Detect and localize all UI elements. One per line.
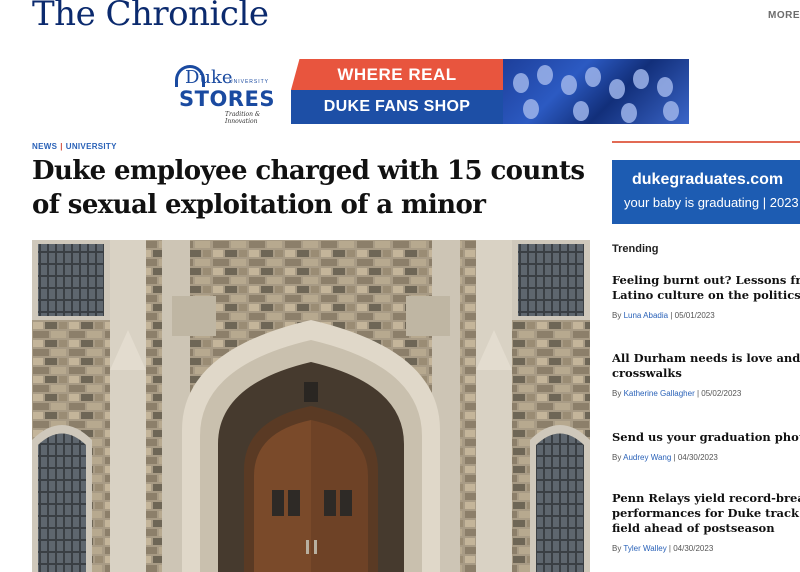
headline-line-1: Duke employee charged with 15 counts bbox=[32, 156, 585, 186]
ad-fans-photo bbox=[503, 59, 689, 124]
author-link[interactable]: Audrey Wang bbox=[623, 453, 671, 462]
more-menu-button[interactable]: MORE bbox=[768, 10, 800, 21]
article-hero-image bbox=[32, 240, 590, 572]
ad-line-2: DUKE FANS SHOP bbox=[291, 90, 503, 124]
ad-text-panel: WHERE REAL DUKE FANS SHOP bbox=[291, 59, 503, 124]
meta-separator: | bbox=[670, 311, 673, 320]
trending-item: Penn Relays yield record-breaking perfor… bbox=[612, 491, 800, 553]
article-kicker: NEWS | UNIVERSITY bbox=[32, 142, 117, 151]
trending-heading: Trending bbox=[612, 243, 659, 255]
sidebar-divider bbox=[612, 141, 800, 143]
trending-item-meta: By Katherine Gallagher | 05/02/2023 bbox=[612, 389, 800, 398]
side-ad-line-1: dukegraduates.com bbox=[632, 171, 784, 188]
title-line: performances for Duke track and bbox=[612, 506, 800, 520]
byline-prefix: By bbox=[612, 544, 622, 553]
title-line: Feeling burnt out? Lessons from bbox=[612, 273, 800, 287]
byline-prefix: By bbox=[612, 389, 622, 398]
meta-separator: | bbox=[673, 453, 676, 462]
publish-date: 04/30/2023 bbox=[673, 544, 714, 553]
author-link[interactable]: Tyler Walley bbox=[623, 544, 666, 553]
trending-item: Feeling burnt out? Lessons from Latino c… bbox=[612, 273, 800, 320]
ad-line-1: WHERE REAL bbox=[291, 59, 503, 90]
title-line: Penn Relays yield record-breaking bbox=[612, 491, 800, 505]
trending-item-title[interactable]: Send us your graduation photos bbox=[612, 430, 800, 445]
ad-logo-tagline: Tradition & Innovation bbox=[225, 111, 261, 125]
publish-date: 04/30/2023 bbox=[677, 453, 718, 462]
title-line: crosswalks bbox=[612, 366, 682, 380]
title-line: Send us your graduation photos bbox=[612, 430, 800, 444]
author-link[interactable]: Luna Abadia bbox=[624, 311, 669, 320]
trending-item: All Durham needs is love and crosswalks … bbox=[612, 351, 800, 398]
trending-item-meta: By Tyler Walley | 04/30/2023 bbox=[612, 544, 800, 553]
title-line: All Durham needs is love and bbox=[612, 351, 800, 365]
title-line: Latino culture on the politics of bbox=[612, 288, 800, 302]
kicker-news-link[interactable]: NEWS bbox=[32, 142, 57, 151]
ad-logo-university: UNIVERSITY bbox=[229, 79, 270, 85]
kicker-university-link[interactable]: UNIVERSITY bbox=[66, 142, 117, 151]
trending-item-title[interactable]: All Durham needs is love and crosswalks bbox=[612, 351, 800, 381]
ad-logo-duke: Duke bbox=[185, 67, 233, 88]
author-link[interactable]: Katherine Gallagher bbox=[624, 389, 695, 398]
ad-logo-stores: STORES bbox=[179, 87, 275, 111]
publish-date: 05/02/2023 bbox=[701, 389, 742, 398]
kicker-separator: | bbox=[60, 142, 63, 151]
trending-item-meta: By Luna Abadia | 05/01/2023 bbox=[612, 311, 800, 320]
byline-prefix: By bbox=[612, 453, 622, 462]
headline-line-2: of sexual exploitation of a minor bbox=[32, 190, 486, 220]
trending-item-title[interactable]: Penn Relays yield record-breaking perfor… bbox=[612, 491, 800, 536]
title-line: field ahead of postseason bbox=[612, 521, 775, 535]
byline-prefix: By bbox=[612, 311, 622, 320]
trending-item: Send us your graduation photos By Audrey… bbox=[612, 430, 800, 462]
masthead-logo[interactable]: The Chronicle bbox=[32, 0, 269, 34]
side-ad-line-2: your baby is graduating | 2023 bbox=[624, 195, 799, 210]
meta-separator: | bbox=[696, 389, 700, 398]
duke-stores-banner-ad[interactable]: Duke UNIVERSITY STORES Tradition & Innov… bbox=[171, 59, 689, 125]
dukegraduates-ad[interactable]: dukegraduates.com your baby is graduatin… bbox=[612, 160, 800, 224]
gothic-building-illustration bbox=[32, 240, 590, 572]
trending-item-title[interactable]: Feeling burnt out? Lessons from Latino c… bbox=[612, 273, 800, 303]
publish-date: 05/01/2023 bbox=[674, 311, 715, 320]
trending-item-meta: By Audrey Wang | 04/30/2023 bbox=[612, 453, 800, 462]
meta-separator: | bbox=[668, 544, 671, 553]
duke-stores-logo: Duke UNIVERSITY STORES Tradition & Innov… bbox=[171, 59, 291, 125]
article-headline: Duke employee charged with 15 counts of … bbox=[32, 154, 592, 222]
